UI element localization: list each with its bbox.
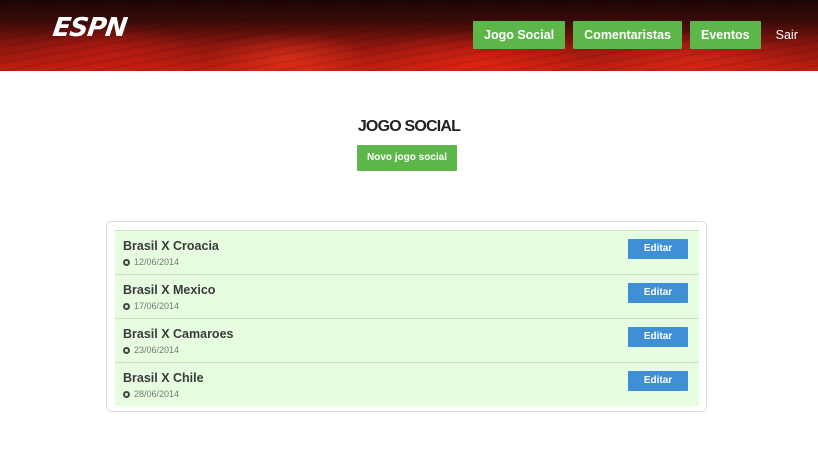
page-title: JOGO SOCIAL bbox=[357, 118, 461, 135]
new-social-game-button[interactable]: Novo jogo social bbox=[357, 145, 457, 171]
espn-logo[interactable]: ESPN bbox=[51, 13, 129, 43]
game-date-text: 12/06/2014 bbox=[134, 257, 180, 267]
game-title: Brasil X Mexico bbox=[123, 283, 216, 297]
game-date: 12/06/2014 bbox=[123, 257, 179, 267]
game-date: 17/06/2014 bbox=[123, 301, 179, 311]
list-item: Brasil X Camaroes 23/06/2014 Editar bbox=[115, 318, 699, 362]
game-title: Brasil X Camaroes bbox=[123, 327, 234, 341]
game-date-text: 23/06/2014 bbox=[134, 345, 180, 355]
game-title: Brasil X Croacia bbox=[123, 239, 219, 253]
edit-button[interactable]: Editar bbox=[628, 371, 688, 391]
nav-eventos-button[interactable]: Eventos bbox=[690, 21, 761, 49]
soccer-ball-icon bbox=[123, 302, 130, 310]
soccer-ball-icon bbox=[123, 390, 130, 398]
header-banner: ESPN Jogo Social Comentaristas Eventos S… bbox=[0, 0, 818, 71]
nav-jogo-social-button[interactable]: Jogo Social bbox=[473, 21, 566, 49]
edit-button[interactable]: Editar bbox=[628, 327, 688, 347]
game-date-text: 28/06/2014 bbox=[134, 389, 180, 399]
list-item: Brasil X Croacia 12/06/2014 Editar bbox=[115, 230, 699, 274]
game-title: Brasil X Chile bbox=[123, 371, 204, 385]
soccer-ball-icon bbox=[123, 346, 130, 354]
games-list-panel: Brasil X Croacia 12/06/2014 Editar Brasi… bbox=[106, 221, 707, 412]
list-item: Brasil X Chile 28/06/2014 Editar bbox=[115, 362, 699, 406]
soccer-ball-icon bbox=[123, 258, 130, 266]
logout-link[interactable]: Sair bbox=[776, 21, 798, 49]
edit-button[interactable]: Editar bbox=[628, 239, 688, 259]
game-date: 23/06/2014 bbox=[123, 345, 179, 355]
main-nav: Jogo Social Comentaristas Eventos Sair bbox=[473, 21, 798, 49]
game-date: 28/06/2014 bbox=[123, 389, 179, 399]
edit-button[interactable]: Editar bbox=[628, 283, 688, 303]
game-date-text: 17/06/2014 bbox=[134, 301, 180, 311]
list-item: Brasil X Mexico 17/06/2014 Editar bbox=[115, 274, 699, 318]
nav-comentaristas-button[interactable]: Comentaristas bbox=[573, 21, 682, 49]
